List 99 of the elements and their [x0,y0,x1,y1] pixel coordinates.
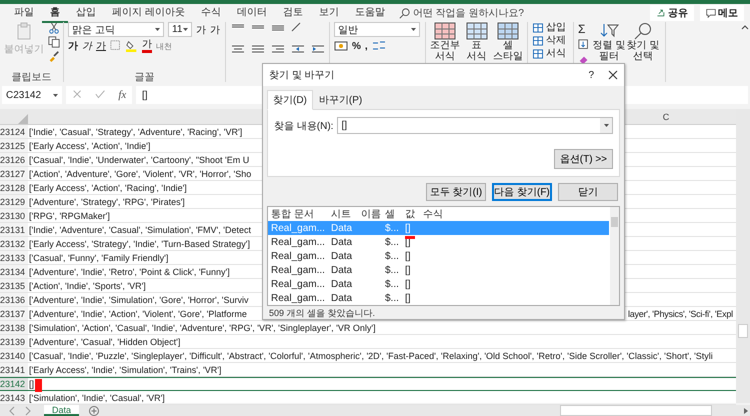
comma-button[interactable]: , [364,40,368,52]
cell-text: ['Adventure', 'Strategy', 'RPG', 'Pirates'] [28,196,185,206]
options-button[interactable]: 옵션(T) >> [554,149,613,169]
column-header[interactable]: 통합 문서 [271,207,331,221]
font-color-button[interactable]: 가 [142,40,152,52]
comments-button[interactable]: 메모 [700,5,744,21]
help-button[interactable]: ? [588,70,594,80]
cell-text: ['Adventure', 'Indie', 'Simulation', 'Gore', 'Horror', 'Surviv [28,294,248,304]
sheet-tab[interactable]: Data [44,405,80,416]
cell-text: ['Indie', 'Adventure', 'Casual', 'Simulation', 'FMV', 'Detect [28,224,251,234]
phonetic-button[interactable]: 내천 [156,40,172,52]
cell-text: ['Indie', 'Casual', 'Strategy', 'Adventure', 'Racing', 'VR'] [28,126,242,136]
shrink-font-button[interactable]: 가 [210,22,220,36]
cell-text: ['Casual', 'Indie', 'Underwater', 'Cartoony', "Shoot 'Em U [28,154,250,164]
cell-text: [] [28,379,34,389]
dialog-title: 찾기 및 바꾸기 [269,69,335,82]
dialog-button[interactable]: 닫기 [558,183,618,201]
result-row[interactable]: Real_gam... Data $... [] [268,249,609,263]
cell-text: ['Action', 'Adventure', 'Gore', 'Violent', 'VR', 'Horror', 'Sho [28,168,252,178]
cell-text: ['Action', 'Indie', 'Sports', 'VR'] [28,280,146,290]
cell-text: ['Early Access', 'Action', 'Indie'] [28,140,150,150]
row-number[interactable]: 23138 [0,321,28,334]
grow-font-button[interactable]: 가 [196,22,206,36]
insert-function-button[interactable]: fx [118,89,126,101]
row-number[interactable]: 23142 [0,378,28,390]
row-number[interactable]: 23132 [0,237,28,250]
status-text: 509 개의 셀을 찾았습니다. [268,307,376,320]
row-number[interactable]: 23140 [0,349,28,362]
cell-text: ['Early Access', 'Indie', 'Simulation', 'Trains', 'VR'] [28,364,222,374]
cell-text: ['RPG', 'RPGMaker'] [28,210,110,220]
cell-text: ['Adventure', 'Indie', 'Retro', 'Point & Click', 'Funny'] [28,266,230,276]
cell-text: ['Casual', 'Funny', 'Family Friendly'] [28,252,168,262]
cell-text: ['Adventure', 'Casual', 'Hidden Object'] [28,336,180,346]
row-number[interactable]: 23134 [0,265,28,278]
menu-tab[interactable]: 보기 [310,3,347,23]
menu-tab[interactable]: 데이터 [228,3,275,23]
row-number[interactable]: 23125 [0,139,28,152]
cell-text: ['Early Access', 'Action', 'Racing', 'Indie'] [28,182,187,192]
row-number[interactable]: 23126 [0,153,28,166]
cell-text: ['Casual', 'Indie', 'Puzzle', 'Singleplayer', 'Difficult', 'Abstract', 'Colorful', 'Atmospheric', '2D', 'Fast-Paced', 'Relaxing', 'Old School', 'Retro', 'Side Scroller', 'Classic', 'Short', 'Styli [28,350,713,360]
row-number[interactable]: 23135 [0,279,28,292]
sort-filter-button[interactable]: 정렬 및 필터 [592,40,626,62]
cell-text: ['Simulation', 'Indie', 'Casual', 'VR'] [28,392,165,402]
name-box[interactable]: C23142 [2,86,62,104]
menu-tab[interactable]: 도움말 [346,3,393,23]
row-number[interactable]: 23128 [0,181,28,194]
find-select-button[interactable]: 찾기 및 선택 [626,40,660,62]
style-button[interactable]: 표 서식 [466,40,486,62]
menu-tab[interactable]: 수식 [192,3,229,23]
dialog-button[interactable]: 모두 찾기(I) [426,183,486,201]
share-button[interactable]: 공유 [650,5,694,21]
cell-text: ['Early Access', 'Strategy', 'Indie', 'Turn-Based Strategy'] [28,238,250,248]
cell-text: layer', 'Physics', 'Sci-fi', 'Expl [628,308,733,318]
autosum-button[interactable]: Σ [578,22,590,36]
row-number[interactable]: 23130 [0,209,28,222]
row-number[interactable]: 23133 [0,251,28,264]
style-button[interactable]: 조건부 서식 [430,40,460,62]
cells-button[interactable]: 삭제 [546,35,566,47]
percent-button[interactable]: % [352,40,361,52]
cells-button[interactable]: 서식 [546,48,566,60]
menu-tab[interactable]: 검토 [274,3,311,23]
find-label: 찾을 내용(N): [274,120,334,132]
row-number[interactable]: 23141 [0,363,28,376]
row-number[interactable]: 23127 [0,167,28,180]
column-header[interactable]: 값 [405,207,423,221]
style-button[interactable]: 셀 스타일 [493,40,523,62]
row-number[interactable]: 23124 [0,125,28,138]
column-header[interactable]: 이름 [361,207,385,221]
menu-tab[interactable]: 페이지 레이아웃 [104,3,193,23]
result-row[interactable]: Real_gam... Data $... [] [268,291,609,305]
find-field[interactable]: [] [337,117,613,134]
bold-button[interactable]: 가 [68,39,78,53]
cell-text: ['Adventure', 'Indie', 'Action', 'Violent', 'Gore', 'Platforme [28,308,248,318]
column-header[interactable]: 수식 [423,207,463,221]
cells-button[interactable]: 삽입 [546,22,566,34]
group-label: 클립보드 [10,71,52,82]
row-number[interactable]: 23139 [0,335,28,348]
menu-tab[interactable]: 삽입 [68,3,104,23]
dialog-button[interactable]: 다음 찾기(F) [492,183,552,201]
row-number[interactable]: 23137 [0,307,28,320]
row-number[interactable]: 23129 [0,195,28,208]
row-number[interactable]: 23136 [0,293,28,306]
dialog-tab[interactable]: 찾기(D) [267,90,313,110]
underline-button[interactable]: 가 [96,39,106,53]
result-row[interactable]: Real_gam... Data $... [] [268,263,609,277]
font-name-field[interactable]: 맑은 고딕 [68,22,164,37]
row-number[interactable]: 23131 [0,223,28,236]
search-field[interactable]: 어떤 작업을 원하시나요? [412,6,524,20]
row-number[interactable]: 23143 [0,391,28,404]
cell-text: ['Simulation', 'Action', 'Casual', 'Indie', 'Adventure', 'RPG', 'VR', 'Singleplayer', 'VR Only'] [28,322,376,332]
menu-tab[interactable]: 파일 [6,3,42,23]
column-header[interactable]: 시트 [331,207,361,221]
italic-button[interactable]: 가 [82,39,92,53]
group-label: 글꼴 [134,71,156,82]
dialog-tab[interactable]: 바꾸기(P) [312,90,368,110]
number-format-field[interactable]: 일반 [334,22,420,37]
result-row[interactable]: Real_gam... Data $... [] [268,277,609,291]
column-header[interactable]: 셀 [385,207,405,221]
font-size-field[interactable]: 11 [168,22,192,37]
